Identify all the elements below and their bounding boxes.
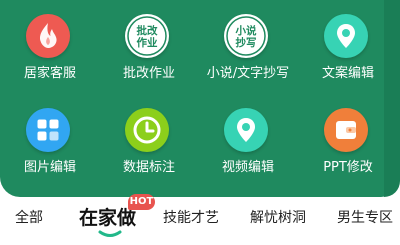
stamp-icon: 批改 作业: [125, 14, 169, 58]
category-label: 视频编辑: [221, 160, 274, 175]
clock-icon: [125, 108, 169, 152]
tab-bar: 全部 在家做 技能才艺 解忧树洞 男生专区: [0, 197, 400, 245]
tab-skills[interactable]: 技能才艺: [163, 207, 219, 227]
category-video-editing[interactable]: 视频编辑: [198, 94, 298, 184]
category-ppt-editing[interactable]: PPT修改: [298, 94, 398, 184]
category-homework-correction[interactable]: 批改 作业 批改作业: [99, 0, 199, 90]
tab-worry-hole[interactable]: 解忧树洞: [250, 207, 306, 227]
category-copywriting[interactable]: 文案编辑: [298, 0, 398, 90]
stamp-icon: 小说 抄写: [224, 14, 268, 58]
category-label: 数据标注: [122, 160, 175, 175]
stamp-text-bottom: 抄写: [236, 36, 257, 49]
location-pin-icon: [324, 14, 368, 58]
active-tab-indicator: [98, 230, 122, 237]
wallet-icon: [324, 108, 368, 152]
stamp-text-top: 批改: [137, 24, 158, 37]
location-pin-icon: [224, 108, 268, 152]
category-novel-copying[interactable]: 小说 抄写 小说/文字抄写: [198, 0, 298, 90]
tab-boys-zone[interactable]: 男生专区: [337, 207, 393, 227]
category-label: 文案编辑: [321, 66, 374, 81]
category-label: 图片编辑: [23, 160, 76, 175]
category-data-labeling[interactable]: 数据标注: [99, 94, 199, 184]
category-image-editing[interactable]: 图片编辑: [0, 94, 100, 184]
grid-icon: [26, 108, 70, 152]
category-home-service[interactable]: 居家客服: [0, 0, 100, 90]
category-grid: 居家客服 批改 作业 批改作业 小说 抄写 小说/文字抄写 文案编辑 图片编辑 …: [0, 0, 400, 197]
tab-all[interactable]: 全部: [15, 207, 43, 227]
category-label: PPT修改: [323, 160, 373, 175]
category-label: 居家客服: [23, 66, 76, 81]
category-label: 小说/文字抄写: [206, 66, 290, 81]
category-label: 批改作业: [122, 66, 175, 81]
hot-badge: HOT: [128, 194, 155, 210]
flame-icon: [26, 14, 70, 58]
stamp-text-bottom: 作业: [137, 36, 158, 49]
stamp-text-top: 小说: [235, 24, 257, 37]
